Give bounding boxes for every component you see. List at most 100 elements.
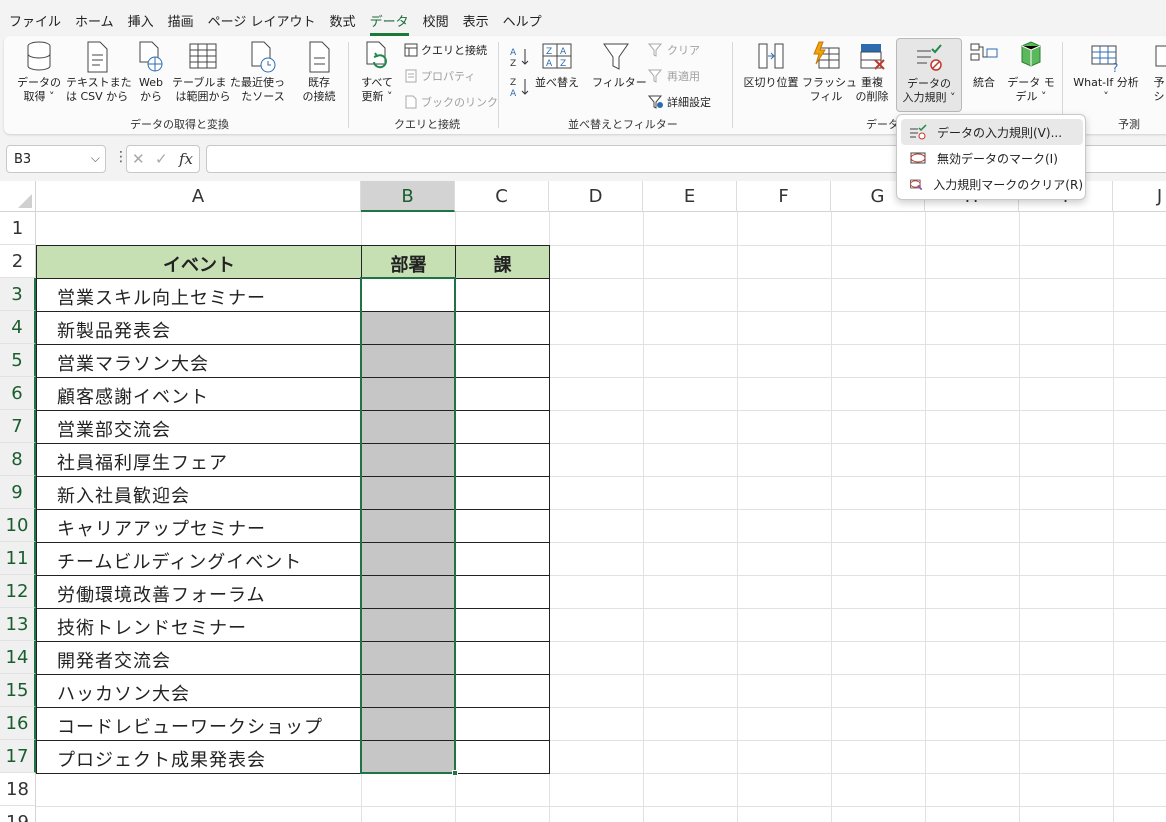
section-cell[interactable] [455, 311, 550, 345]
column-header-a[interactable]: A [36, 181, 361, 212]
remove-duplicates-button[interactable]: 重複 の削除 [852, 40, 892, 104]
section-cell[interactable] [455, 344, 550, 378]
department-cell[interactable] [361, 311, 456, 345]
row-header-8[interactable]: 8 [0, 443, 36, 476]
column-header-d[interactable]: D [549, 181, 643, 212]
section-cell[interactable] [455, 674, 550, 708]
tab-insert[interactable]: 挿入 [121, 0, 161, 34]
event-cell[interactable]: 新入社員歓迎会 [36, 476, 362, 510]
section-cell[interactable] [455, 410, 550, 444]
department-cell[interactable] [361, 707, 456, 741]
column-header-f[interactable]: F [737, 181, 831, 212]
department-cell[interactable] [361, 344, 456, 378]
section-cell[interactable] [455, 608, 550, 642]
data-validation-button[interactable]: データの 入力規則 ˅ [896, 38, 962, 112]
tab-view[interactable]: 表示 [456, 0, 496, 34]
name-box[interactable]: B3 ⌵ [6, 145, 106, 173]
section-cell[interactable] [455, 278, 550, 312]
row-header-7[interactable]: 7 [0, 410, 36, 443]
insert-function-icon[interactable]: fx [179, 150, 193, 168]
tab-draw[interactable]: 描画 [161, 0, 201, 34]
flash-fill-button[interactable]: フラッシュ フィル [802, 40, 857, 104]
row-header-10[interactable]: 10 [0, 509, 36, 542]
event-cell[interactable]: ハッカソン大会 [36, 674, 362, 708]
text-to-columns-button[interactable]: 区切り位置 [742, 40, 800, 90]
event-cell[interactable]: プロジェクト成果発表会 [36, 740, 362, 774]
tab-file[interactable]: ファイル [2, 0, 68, 34]
queries-connections-button[interactable]: クエリと接続 [404, 42, 487, 58]
advanced-filter-button[interactable]: 詳細設定 [648, 94, 711, 110]
department-cell[interactable] [361, 608, 456, 642]
refresh-all-button[interactable]: すべて 更新 ˅ [356, 40, 398, 104]
menu-item-data-validation[interactable]: データの入力規則(V)... [901, 119, 1083, 145]
row-header-15[interactable]: 15 [0, 674, 36, 707]
section-cell[interactable] [455, 377, 550, 411]
department-cell[interactable] [361, 509, 456, 543]
row-header-13[interactable]: 13 [0, 608, 36, 641]
section-cell[interactable] [455, 509, 550, 543]
event-cell[interactable]: 開発者交流会 [36, 641, 362, 675]
row-header-2[interactable]: 2 [0, 245, 36, 278]
sort-button[interactable]: ZAAZ 並べ替え [532, 40, 582, 90]
table-header-department[interactable]: 部署 [361, 245, 456, 279]
column-header-j[interactable]: J [1113, 181, 1166, 212]
event-cell[interactable]: 技術トレンドセミナー [36, 608, 362, 642]
department-cell[interactable] [361, 410, 456, 444]
table-header-event[interactable]: イベント [36, 245, 362, 279]
row-header-1[interactable]: 1 [0, 212, 36, 245]
column-header-c[interactable]: C [455, 181, 549, 212]
fill-handle[interactable] [452, 770, 458, 776]
department-cell[interactable] [361, 542, 456, 576]
tab-review[interactable]: 校閲 [416, 0, 456, 34]
event-cell[interactable]: 顧客感謝イベント [36, 377, 362, 411]
row-header-14[interactable]: 14 [0, 641, 36, 674]
table-header-section[interactable]: 課 [455, 245, 550, 279]
department-cell[interactable] [361, 443, 456, 477]
row-header-19[interactable]: 19 [0, 806, 36, 822]
reapply-button[interactable]: 再適用 [648, 68, 700, 84]
select-all-corner[interactable] [0, 181, 36, 212]
row-header-17[interactable]: 17 [0, 740, 36, 773]
text-csv-button[interactable]: テキストまたは CSV から [66, 40, 132, 104]
get-data-button[interactable]: データの 取得 ˅ [12, 40, 66, 104]
data-model-button[interactable]: データ モデル ˅ [1004, 40, 1058, 104]
section-cell[interactable] [455, 476, 550, 510]
section-cell[interactable] [455, 707, 550, 741]
recent-sources-button[interactable]: 最近使っ たソース [236, 40, 290, 104]
menu-item-circle-invalid[interactable]: 無効データのマーク(I) [901, 145, 1083, 171]
row-header-12[interactable]: 12 [0, 575, 36, 608]
column-header-e[interactable]: E [643, 181, 737, 212]
tab-page-layout[interactable]: ページ レイアウト [201, 0, 323, 34]
event-cell[interactable]: キャリアアップセミナー [36, 509, 362, 543]
event-cell[interactable]: 新製品発表会 [36, 311, 362, 345]
row-header-6[interactable]: 6 [0, 377, 36, 410]
row-header-16[interactable]: 16 [0, 707, 36, 740]
properties-button[interactable]: プロパティ [404, 68, 475, 84]
section-cell[interactable] [455, 542, 550, 576]
tab-data[interactable]: データ [363, 0, 416, 36]
row-header-5[interactable]: 5 [0, 344, 36, 377]
department-cell[interactable] [361, 476, 456, 510]
tab-home[interactable]: ホーム [68, 0, 121, 34]
column-header-b[interactable]: B [361, 181, 455, 212]
section-cell[interactable] [455, 641, 550, 675]
event-cell[interactable]: 営業部交流会 [36, 410, 362, 444]
department-cell[interactable] [361, 377, 456, 411]
sort-za-button[interactable]: ZA [509, 76, 531, 98]
web-button[interactable]: Web から [132, 40, 170, 104]
forecast-sheet-button[interactable]: 予シ [1150, 40, 1166, 104]
tab-help[interactable]: ヘルプ [496, 0, 549, 34]
row-header-18[interactable]: 18 [0, 773, 36, 806]
book-links-button[interactable]: ブックのリンク [404, 94, 498, 110]
department-cell[interactable] [361, 575, 456, 609]
existing-connections-button[interactable]: 既存 の接続 [296, 40, 342, 104]
event-cell[interactable]: 社員福利厚生フェア [36, 443, 362, 477]
tab-formulas[interactable]: 数式 [323, 0, 363, 34]
department-cell[interactable] [361, 641, 456, 675]
department-cell[interactable] [361, 278, 456, 312]
section-cell[interactable] [455, 443, 550, 477]
sort-az-button[interactable]: AZ [509, 46, 531, 68]
table-range-button[interactable]: テーブルま たは範囲から [172, 40, 241, 104]
event-cell[interactable]: 営業マラソン大会 [36, 344, 362, 378]
row-header-3[interactable]: 3 [0, 278, 36, 311]
